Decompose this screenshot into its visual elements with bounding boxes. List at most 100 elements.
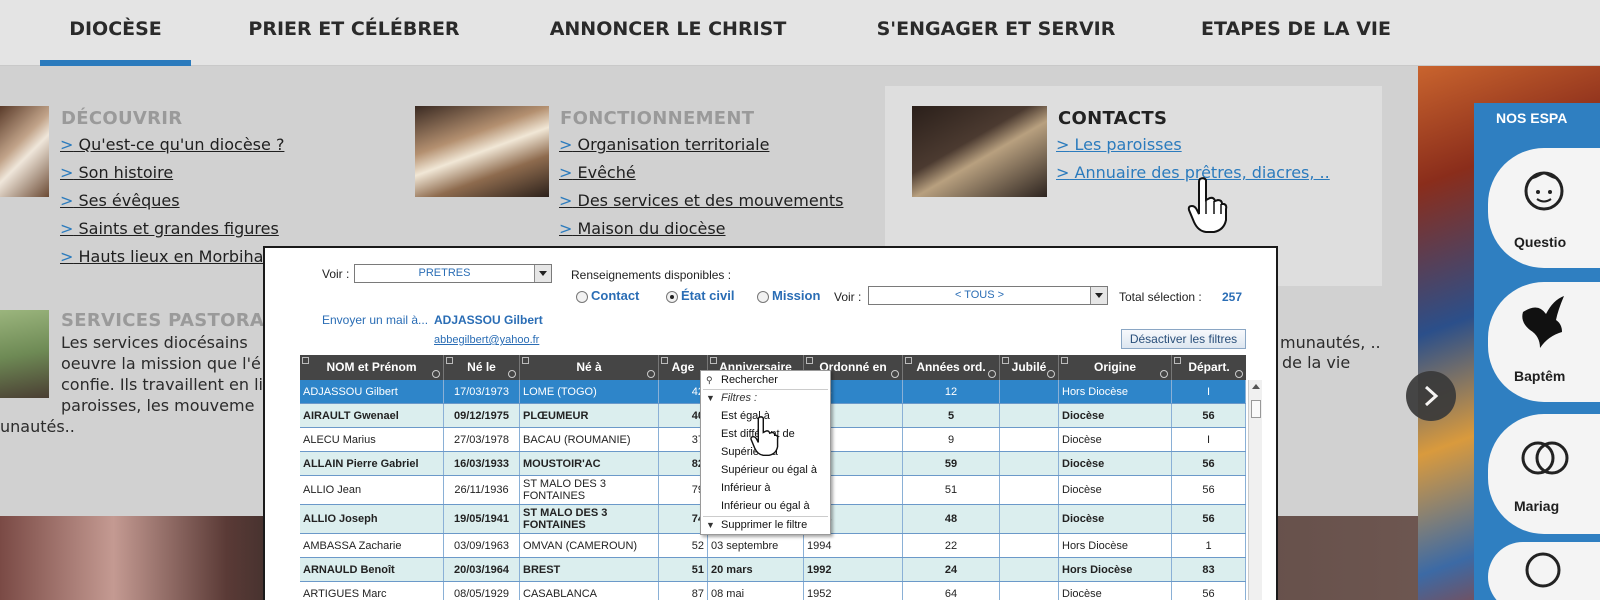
chevron-down-icon[interactable] [1090,287,1107,304]
carousel-next-button[interactable] [1406,371,1456,421]
col-annees-ord[interactable]: Années ord. [903,355,1000,380]
table-row[interactable]: AMBASSA Zacharie 03/09/1963 OMVAN (CAMER… [300,534,1246,558]
radio-etat-civil-label[interactable]: État civil [681,288,734,303]
cell-age: 52 [659,534,708,557]
link-hauts-lieux[interactable]: > Hauts lieux en Morbiha [60,247,263,266]
cell-ordonne: 1952 [804,582,903,600]
radio-etat-civil[interactable] [666,291,678,303]
cell-nom: ALECU Marius [300,428,444,451]
scroll-up-icon[interactable] [1252,384,1260,389]
cell-nom: ARTIGUES Marc [300,582,444,600]
search-icon[interactable] [891,370,899,378]
radio-contact-label[interactable]: Contact [591,288,639,303]
nav-item-etapes[interactable]: ETAPES DE LA VIE [1190,0,1402,66]
cell-annees: 64 [903,582,1000,600]
link-ses-eveques[interactable]: > Ses évêques [60,191,180,210]
collapse-icon[interactable] [522,357,529,364]
collapse-icon[interactable] [905,357,912,364]
espace-questions[interactable] [1488,148,1600,268]
link-quest-ce-diocese[interactable]: > Qu'est-ce qu'un diocèse ? [60,135,284,154]
col-nom-label: NOM et Prénom [326,360,417,374]
cell-jubile [1000,582,1059,600]
search-icon[interactable] [432,370,440,378]
search-icon[interactable] [1160,370,1168,378]
espace-bapteme[interactable] [1488,282,1600,402]
cell-ne-a: PLŒUMEUR [520,404,659,427]
top-navigation: DIOCÈSE PRIER ET CÉLÉBRER ANNONCER LE CH… [0,0,1600,66]
col-depart[interactable]: Départ. [1172,355,1246,380]
cell-origine: Hors Diocèse [1059,380,1172,403]
link-organisation[interactable]: > Organisation territoriale [559,135,769,154]
cell-anniversaire: 20 mars [708,558,804,581]
espace-next[interactable] [1488,542,1600,600]
collapse-icon[interactable] [661,357,668,364]
link-paroisses[interactable]: > Les paroisses [1056,135,1182,154]
voir2-select-value: < TOUS > [954,289,1005,301]
search-icon[interactable] [988,370,996,378]
scroll-thumb[interactable] [1251,400,1261,418]
col-ne-a[interactable]: Né à [520,355,659,380]
menu-item-superieur-egal[interactable]: Supérieur ou égal à [721,464,817,476]
voir-select[interactable]: PRETRES [354,264,552,283]
cell-depart: 1 [1172,534,1246,557]
col-jubile[interactable]: Jubilé [1000,355,1059,380]
table-row[interactable]: ARTIGUES Marc 08/05/1929 CASABLANCA 87 0… [300,582,1246,600]
nav-item-diocese[interactable]: DIOCÈSE [40,0,191,66]
table-row[interactable]: ARNAULD Benoît 20/03/1964 BREST 51 20 ma… [300,558,1246,582]
cell-nom: AMBASSA Zacharie [300,534,444,557]
collapse-icon[interactable] [1061,357,1068,364]
grid-scrollbar[interactable] [1248,380,1262,600]
link-saints[interactable]: > Saints et grandes figures [60,219,279,238]
mail-address-link[interactable]: abbegilbert@yahoo.fr [434,334,539,346]
nav-item-prier[interactable]: PRIER ET CÉLÉBRER [236,0,472,66]
chevron-down-icon[interactable] [534,265,551,282]
search-icon[interactable] [508,370,516,378]
menu-item-inferieur[interactable]: Inférieur à [721,482,771,494]
col-annees-ord-label: Années ord. [916,360,986,374]
col-ne-a-label: Né à [576,360,602,374]
cell-ne-a: ST MALO DES 3 FONTAINES [520,505,659,533]
cell-ordonne: 1992 [804,558,903,581]
search-icon[interactable] [1235,370,1243,378]
radio-mission-label[interactable]: Mission [772,288,820,303]
collapse-icon[interactable] [446,357,453,364]
link-son-histoire[interactable]: > Son histoire [60,163,173,182]
collapse-icon[interactable] [1002,357,1009,364]
hand-pointer-icon [1187,177,1228,233]
link-maison-diocese[interactable]: > Maison du diocèse [559,219,726,238]
collapse-icon[interactable] [806,357,813,364]
link-label: Des services et des mouvements [577,191,844,210]
espace-mariage[interactable] [1488,414,1600,534]
disable-filters-button[interactable]: Désactiver les filtres [1121,329,1246,349]
child-face-icon [1524,171,1564,211]
nav-item-engager[interactable]: S'ENGAGER ET SERVIR [865,0,1127,66]
link-prefix: > [559,219,573,238]
cell-depart: 56 [1172,582,1246,600]
menu-item-inferieur-egal[interactable]: Inférieur ou égal à [721,500,810,512]
voir2-select[interactable]: < TOUS > [868,286,1108,305]
search-icon[interactable] [1047,370,1055,378]
collapse-icon[interactable] [1174,357,1181,364]
menu-item-rechercher[interactable]: Rechercher [721,374,778,386]
col-ne-le[interactable]: Né le [444,355,520,380]
cell-ne-le: 27/03/1978 [444,428,520,451]
cell-annees: 51 [903,476,1000,504]
cell-ne-a: LOME (TOGO) [520,380,659,403]
radio-mission[interactable] [757,291,769,303]
collapse-icon[interactable] [302,357,309,364]
search-icon[interactable] [647,370,655,378]
radio-contact[interactable] [576,291,588,303]
col-nom[interactable]: NOM et Prénom [300,355,444,380]
menu-item-supprimer-filtre[interactable]: Supprimer le filtre [721,519,807,531]
col-origine[interactable]: Origine [1059,355,1172,380]
annuaire-grid-window: Voir : PRETRES Renseignements disponible… [263,246,1278,600]
link-services-mouvements[interactable]: > Des services et des mouvements [559,191,843,210]
link-eveche[interactable]: > Evêché [559,163,636,182]
cell-origine: Hors Diocèse [1059,534,1172,557]
cell-nom: ADJASSOU Gilbert [300,380,444,403]
fonctionnement-thumbnail [415,106,549,197]
collapse-icon[interactable] [710,357,717,364]
cell-annees: 59 [903,452,1000,475]
col-origine-label: Origine [1093,360,1136,374]
nav-item-annoncer[interactable]: ANNONCER LE CHRIST [536,0,800,66]
